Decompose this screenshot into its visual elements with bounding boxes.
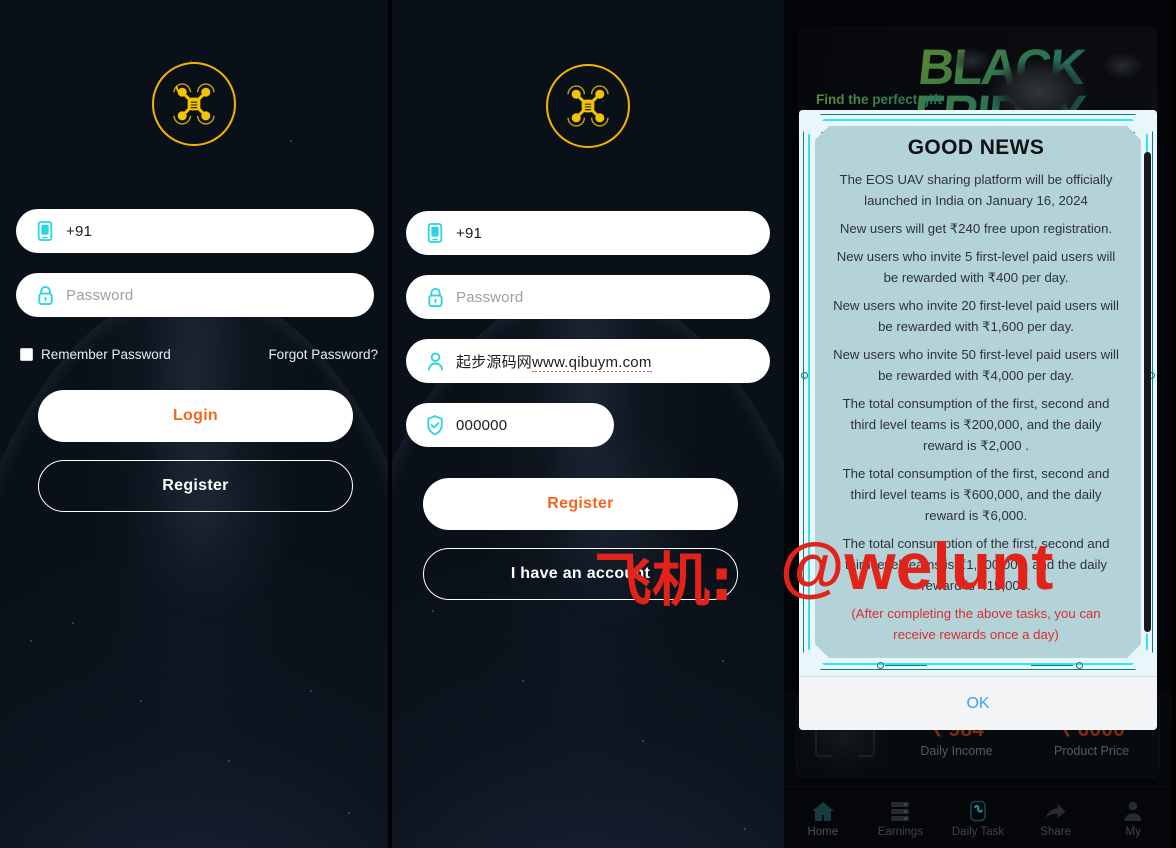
frame-dot-bottom-right	[1076, 662, 1083, 669]
invite-cjk-text: 起步源码网	[456, 352, 533, 371]
frame-dot-left	[801, 372, 808, 379]
login-screen: +91 Password Remember Password Forgot Pa…	[0, 0, 388, 848]
dialog-title: GOOD NEWS	[907, 136, 1045, 159]
astronaut-ghost	[120, 420, 300, 620]
user-icon	[420, 350, 450, 373]
verification-code-value: 000000	[456, 416, 508, 434]
frame-tick-bottom-left	[885, 664, 927, 666]
remember-password-label: Remember Password	[41, 347, 171, 362]
forgot-password-link[interactable]: Forgot Password?	[268, 347, 378, 362]
i-have-an-account-button[interactable]: I have an account	[423, 548, 738, 600]
invite-code-field[interactable]: 起步源码网www.qibuym.com	[406, 339, 770, 383]
remember-password-checkbox[interactable]: Remember Password	[20, 347, 171, 362]
password-placeholder: Password	[456, 288, 524, 306]
mobile-icon	[420, 222, 450, 244]
password-placeholder: Password	[66, 286, 134, 304]
phone-value: +91	[66, 222, 93, 240]
phone-field[interactable]: +91	[406, 211, 770, 255]
dialog-paragraph: New users who invite 5 first-level paid …	[836, 249, 1116, 285]
login-options-row: Remember Password Forgot Password?	[20, 347, 378, 362]
dialog-paragraph: New users who invite 20 first-level paid…	[833, 298, 1119, 334]
dialog-ok-button[interactable]: OK	[799, 676, 1157, 730]
register-submit-button[interactable]: Register	[423, 478, 738, 530]
dialog-paragraph: The total consumption of the first, seco…	[842, 396, 1110, 453]
dialog-paragraph: The total consumption of the first, seco…	[842, 466, 1110, 523]
app-logo	[0, 62, 388, 146]
mobile-icon	[30, 220, 60, 242]
astronaut-ghost-2	[532, 430, 712, 630]
invite-code-value: 起步源码网www.qibuym.com	[450, 351, 652, 372]
dialog-paragraph: The EOS UAV sharing platform will be off…	[839, 172, 1113, 208]
dialog-paragraph: The total consumption of the first, seco…	[842, 536, 1110, 593]
lock-icon	[30, 284, 60, 307]
login-button[interactable]: Login	[38, 390, 353, 442]
dialog-body: GOOD NEWS The EOS UAV sharing platform w…	[799, 110, 1157, 676]
register-button[interactable]: Register	[38, 460, 353, 512]
screenshot-stage: +91 Password Remember Password Forgot Pa…	[0, 0, 1176, 848]
phone-value: +91	[456, 224, 483, 242]
drone-logo-icon	[152, 62, 236, 146]
drone-logo-icon	[546, 64, 630, 148]
frame-dot-bottom-left	[877, 662, 884, 669]
good-news-dialog: GOOD NEWS The EOS UAV sharing platform w…	[799, 110, 1157, 730]
app-screen-with-modal: BLACK FRIDAY Find the perfect gift for t…	[784, 0, 1172, 848]
dialog-paragraph: New users who invite 50 first-level paid…	[833, 347, 1119, 383]
password-field[interactable]: Password	[16, 273, 374, 317]
dialog-paragraph: New users will get ₹240 free upon regist…	[839, 221, 1113, 236]
checkbox-box[interactable]	[20, 348, 33, 361]
app-logo-2	[392, 64, 784, 148]
dialog-scroll-area[interactable]: GOOD NEWS The EOS UAV sharing platform w…	[815, 126, 1141, 658]
phone-field[interactable]: +91	[16, 209, 374, 253]
register-screen: +91 Password 起步源码网www.qibuym.com 000000 …	[392, 0, 784, 848]
verification-code-field[interactable]: 000000	[406, 403, 614, 447]
dialog-note: (After completing the above tasks, you c…	[851, 606, 1101, 642]
frame-tick-bottom-right	[1031, 664, 1073, 666]
password-field[interactable]: Password	[406, 275, 770, 319]
lock-icon	[420, 286, 450, 309]
dialog-scrollbar-thumb[interactable]	[1144, 152, 1151, 632]
shield-check-icon	[420, 414, 450, 437]
invite-url-text: www.qibuym.com	[532, 353, 652, 372]
